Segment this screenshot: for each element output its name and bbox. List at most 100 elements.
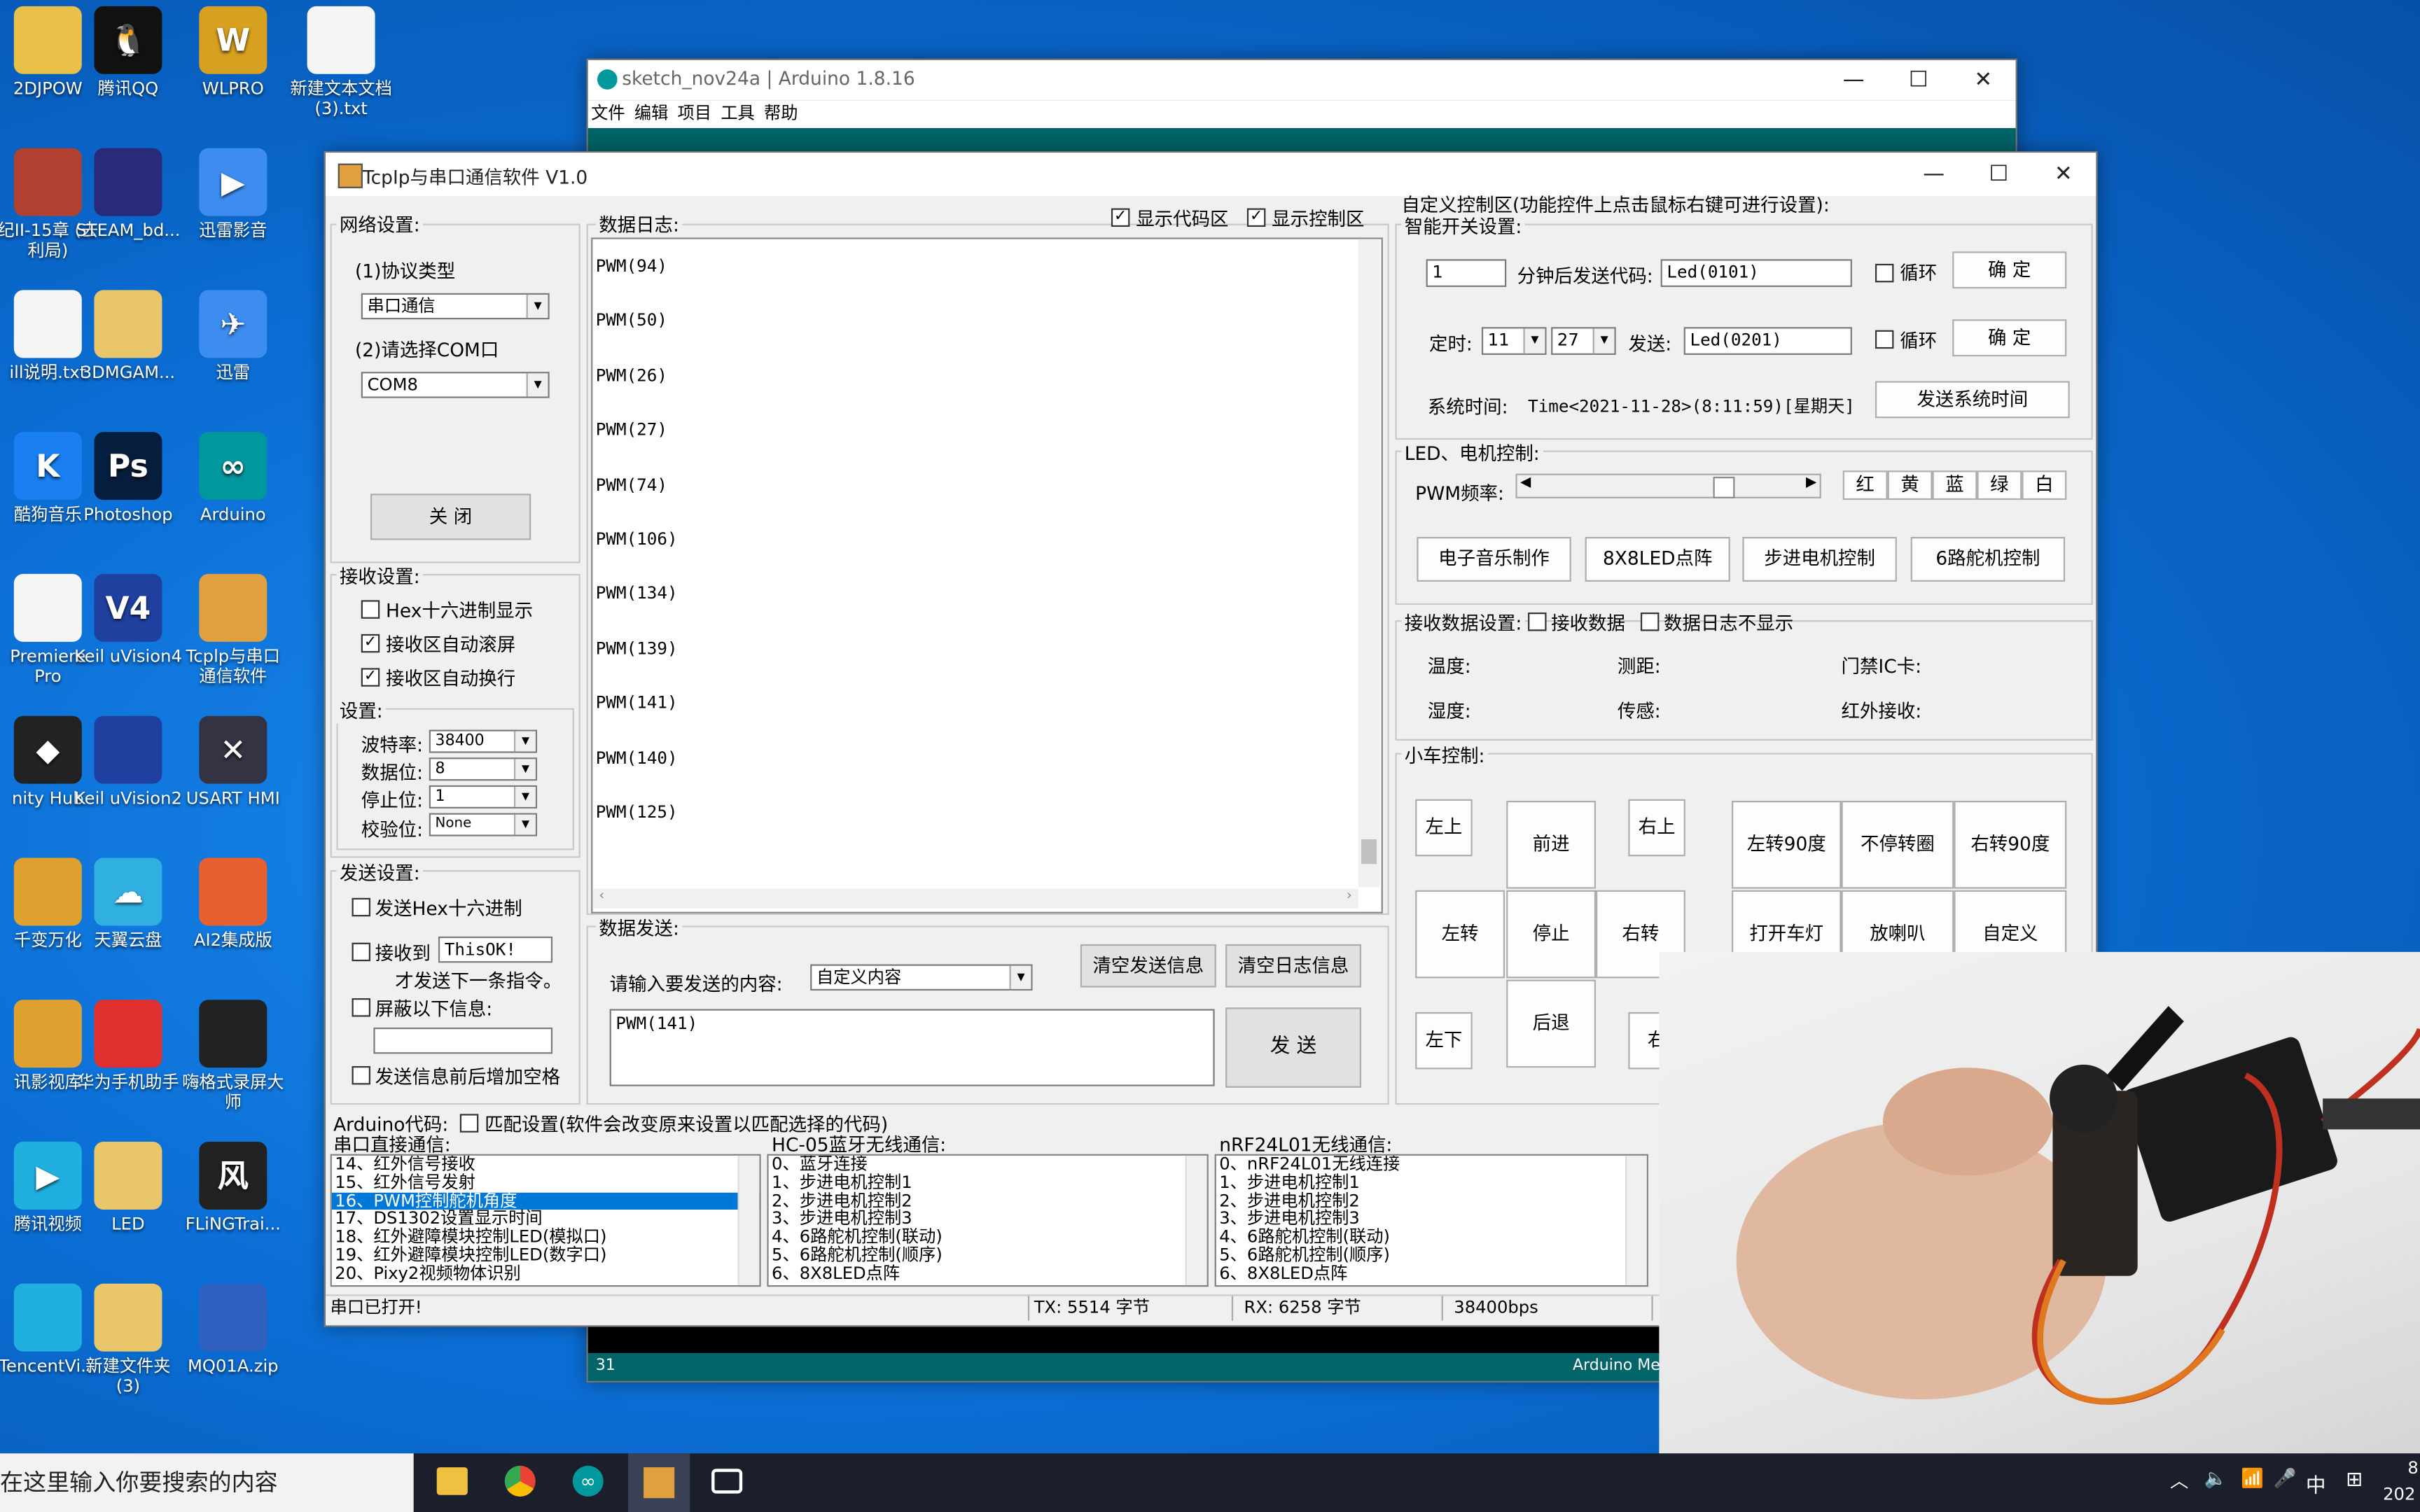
desktop-icon[interactable]: 华为手机助手 — [74, 1000, 182, 1093]
close-icon[interactable]: ✕ — [2031, 153, 2096, 196]
list-item[interactable]: 6、8X8LED点阵 — [769, 1264, 1207, 1283]
pwm-slider-thumb[interactable] — [1713, 477, 1735, 498]
bt-code-list[interactable]: 0、蓝牙连接 1、步进电机控制1 2、步进电机控制2 3、步进电机控制3 4、6路舵机控… — [767, 1154, 1209, 1287]
volume-icon[interactable]: 🔈 — [2204, 1467, 2227, 1489]
ime-indicator[interactable]: 中 — [2306, 1469, 2326, 1498]
list-item[interactable]: 0、nRF24L01无线连接 — [1216, 1156, 1647, 1174]
desktop-icon[interactable]: ✕ USART HMI — [179, 715, 287, 808]
recv-data-checkbox[interactable] — [1528, 612, 1547, 631]
desktop-icon[interactable]: Ps Photoshop — [74, 432, 182, 524]
desktop-icon[interactable]: 风 FLiNGTrai... — [179, 1142, 287, 1234]
list-item[interactable]: 1、步进电机控制1 — [769, 1173, 1207, 1192]
ime-mode-icon[interactable]: ⊞ — [2346, 1469, 2363, 1492]
car-right-up[interactable]: 右上 — [1628, 799, 1685, 857]
car-turn-left[interactable]: 左转 — [1415, 890, 1505, 979]
clear-log-button[interactable]: 清空日志信息 — [1225, 944, 1362, 988]
send-button[interactable]: 发 送 — [1225, 1007, 1362, 1088]
add-space-checkbox[interactable] — [352, 1066, 370, 1085]
serial-code-list[interactable]: 14、红外信号接收 15、红外信号发射 16、PWM控制舵机角度 17、DS1302设… — [330, 1154, 761, 1287]
color-white-button[interactable]: 白 — [2022, 470, 2067, 500]
desktop-icon[interactable]: Keil uVision2 — [74, 715, 182, 808]
code1-input[interactable]: Led(0101) — [1660, 259, 1852, 287]
loop2-checkbox[interactable] — [1875, 330, 1894, 349]
parity-select[interactable]: None — [429, 813, 538, 836]
menu-file[interactable]: 文件 — [591, 104, 625, 124]
maximize-icon[interactable]: ☐ — [1886, 60, 1951, 104]
desktop-icon[interactable]: ▶ 迅雷影音 — [179, 148, 287, 241]
list-item[interactable]: 4、6路舵机控制(联动) — [1216, 1228, 1647, 1247]
list-item[interactable]: 6、8X8LED点阵 — [1216, 1264, 1647, 1283]
desktop-icon[interactable]: ✈ 迅雷 — [179, 290, 287, 383]
send-hex-checkbox[interactable] — [352, 897, 370, 917]
menu-tools[interactable]: 工具 — [721, 104, 754, 124]
list-item[interactable]: 1、步进电机控制1 — [1216, 1173, 1647, 1192]
car-left90[interactable]: 左转90度 — [1732, 800, 1842, 889]
camera-app-icon[interactable] — [711, 1469, 743, 1494]
desktop-icon[interactable]: ∞ Arduino — [179, 432, 287, 524]
list-item[interactable]: 15、红外信号发射 — [332, 1173, 760, 1192]
desktop-icon[interactable]: 新建文本文档 (3).txt — [287, 6, 395, 119]
close-icon[interactable]: ✕ — [1951, 60, 2016, 104]
color-blue-button[interactable]: 蓝 — [1932, 470, 1977, 500]
show-ctrl-checkbox[interactable]: ✓ — [1246, 208, 1266, 227]
desktop-icon[interactable]: LED — [74, 1142, 182, 1234]
color-red-button[interactable]: 红 — [1842, 470, 1888, 500]
recv-to-checkbox[interactable] — [352, 942, 370, 962]
clock-date[interactable]: 202 — [2383, 1484, 2415, 1504]
taskbar-search-input[interactable]: 在这里输入你要搜索的内容 — [0, 1453, 414, 1512]
clear-send-button[interactable]: 清空发送信息 — [1080, 944, 1216, 988]
stopbits-select[interactable]: 1 — [429, 785, 538, 808]
tray-chevron-icon[interactable]: ︿ — [2170, 1467, 2188, 1493]
list-item[interactable]: 14、红外信号接收 — [332, 1156, 760, 1174]
color-yellow-button[interactable]: 黄 — [1887, 470, 1933, 500]
menu-edit[interactable]: 编辑 — [634, 104, 668, 124]
list-item[interactable]: 5、6路舵机控制(顺序) — [1216, 1246, 1647, 1265]
servo-button[interactable]: 6路舵机控制 — [1910, 537, 2066, 582]
databits-select[interactable]: 8 — [429, 757, 538, 781]
scroll-right-icon[interactable]: › — [1347, 889, 1352, 904]
autowrap-checkbox[interactable]: ✓ — [361, 668, 380, 687]
slider-right-icon[interactable]: ▶ — [1806, 475, 1816, 491]
car-forward[interactable]: 前进 — [1506, 800, 1597, 889]
desktop-icon[interactable]: STEAM_bd... — [74, 148, 182, 241]
mask-input[interactable] — [373, 1027, 553, 1054]
car-right90[interactable]: 右转90度 — [1954, 800, 2067, 889]
com-select[interactable]: COM8 — [361, 372, 550, 398]
car-spin[interactable]: 不停转圈 — [1841, 800, 1954, 889]
scroll-left-icon[interactable]: ‹ — [599, 889, 604, 904]
led-matrix-button[interactable]: 8X8LED点阵 — [1585, 537, 1730, 582]
tcpip-taskbar-icon[interactable] — [628, 1453, 690, 1512]
list-item[interactable]: 5、6路舵机控制(顺序) — [769, 1246, 1207, 1265]
desktop-icon[interactable]: Tcplp与串口通信软件 — [179, 573, 287, 687]
match-checkbox[interactable] — [459, 1114, 479, 1133]
baud-select[interactable]: 38400 — [429, 729, 538, 753]
chrome-icon[interactable] — [504, 1465, 536, 1497]
desktop-icon[interactable]: W WLPRO — [179, 6, 287, 99]
no-log-checkbox[interactable] — [1640, 612, 1660, 631]
list-item[interactable]: 18、红外避障模块控制LED(模拟口) — [332, 1228, 760, 1247]
list-item[interactable]: 20、Pixy2视频物体识别 — [332, 1264, 760, 1283]
minutes-input[interactable]: 1 — [1426, 259, 1507, 287]
mic-icon[interactable]: 🎤 — [2274, 1467, 2297, 1489]
hour-select[interactable]: 11 — [1481, 327, 1547, 355]
send-mode-select[interactable]: 自定义内容 — [810, 964, 1033, 991]
hex-display-checkbox[interactable] — [361, 600, 380, 619]
close-port-button[interactable]: 关 闭 — [370, 493, 531, 540]
maximize-icon[interactable]: ☐ — [1966, 153, 2031, 196]
pwm-slider[interactable]: ◀ ▶ — [1515, 473, 1821, 498]
nrf-code-list[interactable]: 0、nRF24L01无线连接 1、步进电机控制1 2、步进电机控制2 3、步进电机控制… — [1214, 1154, 1648, 1287]
code2-input[interactable]: Led(0201) — [1683, 327, 1852, 355]
desktop-icon[interactable]: V4 Keil uVision4 — [74, 573, 182, 666]
desktop-icon[interactable]: 🐧 腾讯QQ — [74, 6, 182, 99]
list-item[interactable]: 3、步进电机控制3 — [769, 1210, 1207, 1228]
list-scrollbar[interactable] — [1185, 1155, 1207, 1286]
log-textarea[interactable] — [591, 237, 1383, 913]
autoscroll-checkbox[interactable]: ✓ — [361, 634, 380, 653]
list-item[interactable]: 0、蓝牙连接 — [769, 1156, 1207, 1174]
log-hscroll[interactable]: ‹ › — [592, 888, 1358, 909]
car-back[interactable]: 后退 — [1506, 979, 1597, 1068]
arduino-taskbar-icon[interactable]: ∞ — [572, 1465, 604, 1497]
list-item[interactable]: 17、DS1302设置显示时间 — [332, 1210, 760, 1228]
file-explorer-icon[interactable] — [436, 1467, 468, 1495]
send-systime-button[interactable]: 发送系统时间 — [1875, 381, 2070, 419]
